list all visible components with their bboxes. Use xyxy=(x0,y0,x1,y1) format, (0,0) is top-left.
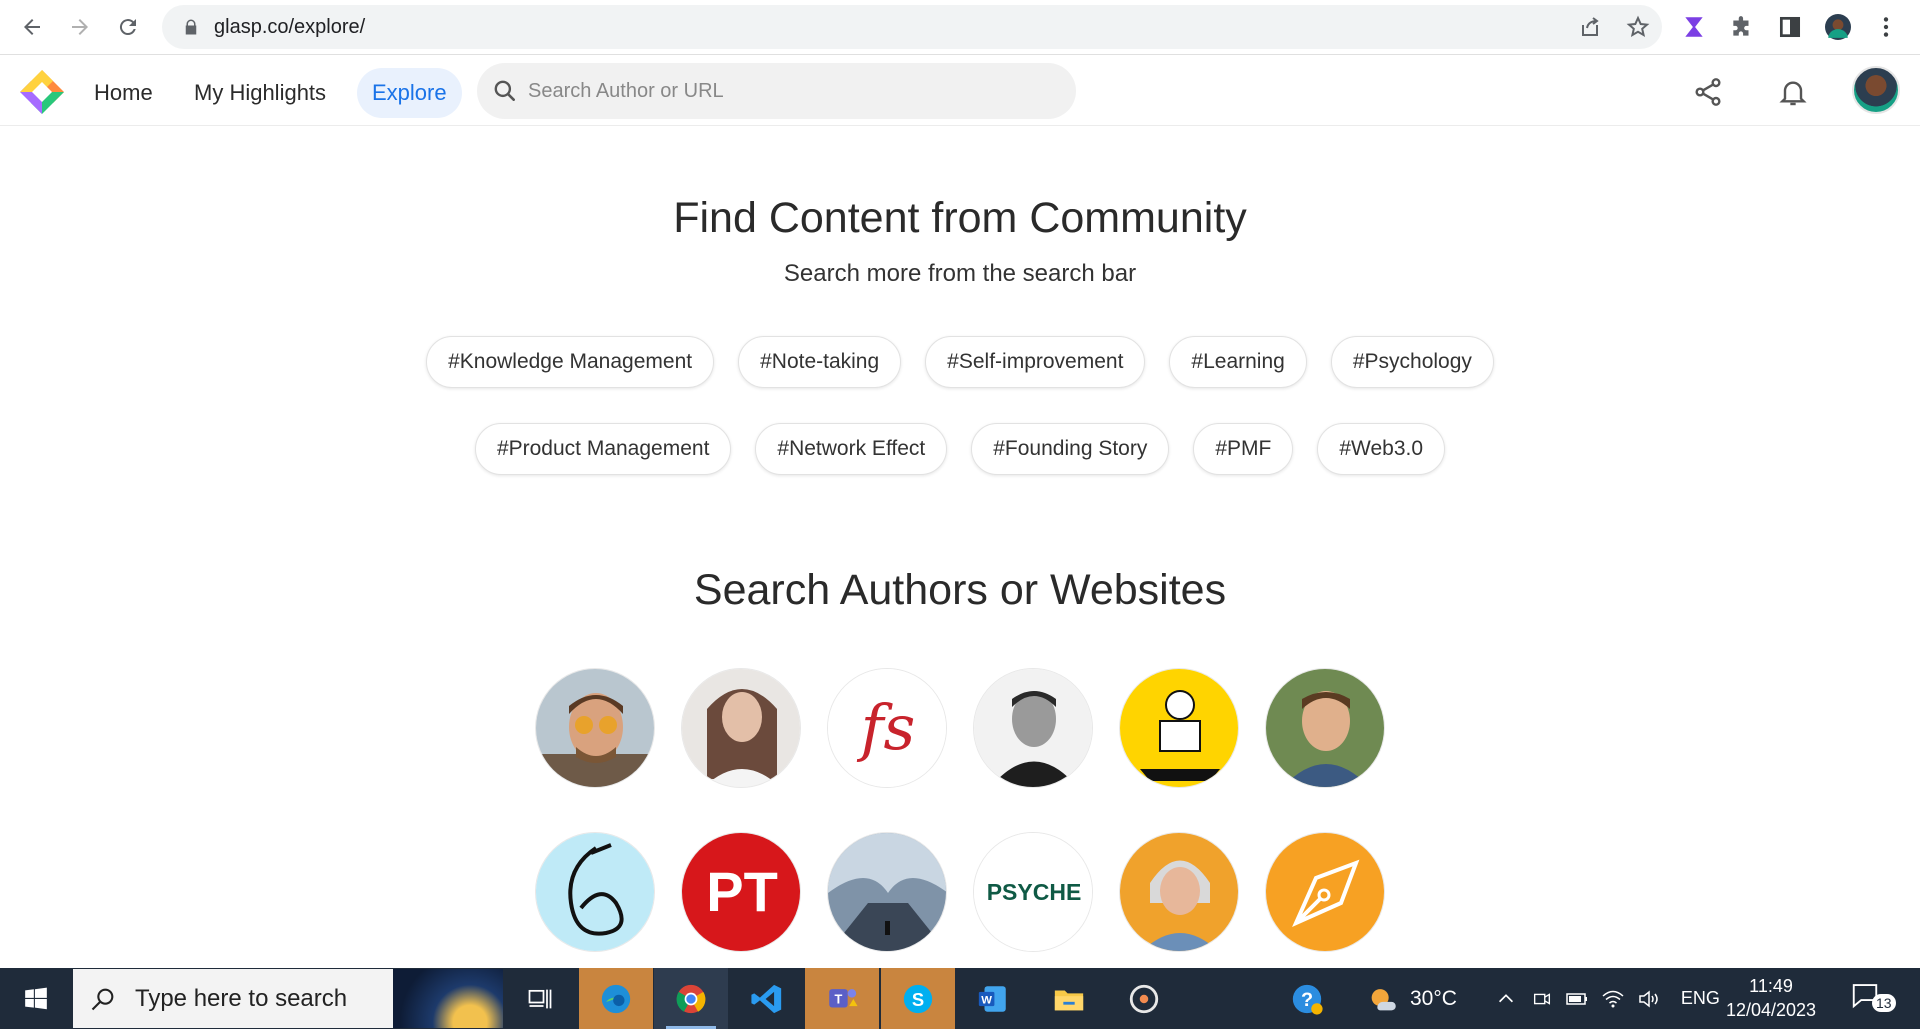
search-icon xyxy=(91,988,114,1010)
chrome-icon[interactable] xyxy=(654,968,728,1029)
taskbar-clock[interactable]: 11:49 12/04/2023 xyxy=(1718,974,1824,1022)
sidebar-icon[interactable] xyxy=(1770,7,1810,47)
nav-my-highlights[interactable]: My Highlights xyxy=(179,68,341,118)
svg-text:T: T xyxy=(835,991,843,1006)
tag-chip[interactable]: #Product Management xyxy=(474,423,732,475)
svg-text:W: W xyxy=(981,994,992,1006)
skype-icon[interactable]: S xyxy=(881,968,955,1029)
share-icon[interactable] xyxy=(1566,5,1614,49)
weather-temp[interactable]: 30°C xyxy=(1410,987,1457,1011)
star-icon[interactable] xyxy=(1614,5,1662,49)
word-icon[interactable]: W xyxy=(956,968,1030,1029)
author-search-box[interactable] xyxy=(477,63,1076,119)
author-bw-portrait[interactable] xyxy=(973,668,1093,788)
taskbar-search-text: Type here to search xyxy=(135,984,348,1012)
svg-text:S: S xyxy=(912,989,924,1010)
author-gray-hair-woman[interactable] xyxy=(1119,832,1239,952)
meet-now-icon[interactable] xyxy=(1531,988,1553,1010)
community-subtitle: Search more from the search bar xyxy=(783,260,1137,287)
pt-logo[interactable]: PT xyxy=(681,832,801,952)
notification-count: 13 xyxy=(1872,994,1896,1012)
address-bar[interactable]: glasp.co/explore/ xyxy=(162,5,1662,49)
volume-icon[interactable] xyxy=(1637,987,1661,1011)
share-icon[interactable] xyxy=(1688,72,1728,112)
app-header: Home My Highlights Explore xyxy=(0,56,1920,126)
community-title: Find Content from Community xyxy=(673,194,1247,242)
back-arrow-icon[interactable] xyxy=(12,7,52,47)
system-tray: ? 30°C ENG xyxy=(1290,968,1720,1029)
tag-chip[interactable]: #PMF xyxy=(1193,423,1294,475)
url-text[interactable]: glasp.co/explore/ xyxy=(214,16,365,39)
author-young-woman[interactable] xyxy=(681,668,801,788)
author-smiling-man[interactable] xyxy=(1265,668,1385,788)
author-script-e-logo[interactable] xyxy=(535,832,655,952)
tag-chip[interactable]: #Web3.0 xyxy=(1317,423,1446,475)
tag-chip[interactable]: #Founding Story xyxy=(971,423,1170,475)
reload-icon[interactable] xyxy=(108,7,148,47)
clock-date: 12/04/2023 xyxy=(1725,1000,1817,1020)
vscode-icon[interactable] xyxy=(730,968,804,1029)
author-search-input[interactable] xyxy=(528,79,1028,103)
bell-icon[interactable] xyxy=(1773,72,1813,112)
glasp-logo[interactable] xyxy=(18,68,66,116)
tag-chip[interactable]: #Network Effect xyxy=(755,423,948,475)
farnam-street-logo[interactable]: fs xyxy=(827,668,947,788)
windows-taskbar: Type here to search T S W ? 30°C ENG 11:… xyxy=(0,968,1920,1029)
tag-chip[interactable]: #Self-improvement xyxy=(925,336,1146,388)
svg-text:fs: fs xyxy=(857,691,916,764)
clock-time: 11:49 xyxy=(1749,976,1793,996)
nav-explore[interactable]: Explore xyxy=(357,68,462,118)
author-illustration-yellow[interactable] xyxy=(1119,668,1239,788)
kebab-menu-icon[interactable] xyxy=(1866,7,1906,47)
wifi-icon[interactable] xyxy=(1601,987,1625,1011)
author-row-2: PT PSYCHE xyxy=(0,832,1920,952)
taskbar-search-box[interactable]: Type here to search xyxy=(73,969,503,1028)
author-glacier-cave[interactable] xyxy=(827,832,947,952)
battery-icon[interactable] xyxy=(1565,987,1589,1011)
svg-text:PSYCHE: PSYCHE xyxy=(987,879,1082,905)
tag-row-1: #Knowledge Management #Note-taking #Self… xyxy=(0,336,1920,388)
author-row-1: fs xyxy=(0,668,1920,788)
profile-avatar[interactable] xyxy=(1818,7,1858,47)
weather-icon[interactable] xyxy=(1366,982,1400,1016)
edge-icon[interactable] xyxy=(579,968,653,1029)
tag-chip[interactable]: #Note-taking xyxy=(738,336,902,388)
help-icon[interactable]: ? xyxy=(1290,982,1324,1016)
media-player-icon[interactable] xyxy=(1107,968,1181,1029)
tag-chip[interactable]: #Learning xyxy=(1169,336,1307,388)
puzzle-icon[interactable] xyxy=(1722,7,1762,47)
tag-row-2: #Product Management #Network Effect #Fou… xyxy=(0,423,1920,475)
forward-arrow-icon[interactable] xyxy=(60,7,100,47)
language-indicator[interactable]: ENG xyxy=(1681,988,1720,1009)
task-view-icon[interactable] xyxy=(503,968,577,1029)
explore-page: Find Content from Community Search more … xyxy=(0,126,1920,966)
browser-toolbar: glasp.co/explore/ xyxy=(0,0,1920,55)
svg-text:PT: PT xyxy=(706,860,778,923)
search-icon xyxy=(494,80,515,101)
user-avatar[interactable] xyxy=(1852,66,1900,114)
teams-icon[interactable]: T xyxy=(805,968,879,1029)
chevron-up-icon[interactable] xyxy=(1495,988,1517,1010)
nav-home[interactable]: Home xyxy=(79,68,168,118)
search-highlight-image xyxy=(393,969,503,1028)
notification-center-icon[interactable]: 13 xyxy=(1850,980,1896,1016)
psyche-logo[interactable]: PSYCHE xyxy=(973,832,1093,952)
windows-start-icon[interactable] xyxy=(0,968,72,1029)
svg-text:?: ? xyxy=(1301,989,1313,1011)
file-explorer-icon[interactable] xyxy=(1032,968,1106,1029)
tag-chip[interactable]: #Psychology xyxy=(1330,336,1494,388)
lock-icon xyxy=(185,19,197,35)
author-pen-nib-logo[interactable] xyxy=(1265,832,1385,952)
author-sunglasses-man[interactable] xyxy=(535,668,655,788)
extension-icon[interactable] xyxy=(1674,7,1714,47)
tag-chip[interactable]: #Knowledge Management xyxy=(426,336,715,388)
authors-title: Search Authors or Websites xyxy=(693,566,1227,614)
